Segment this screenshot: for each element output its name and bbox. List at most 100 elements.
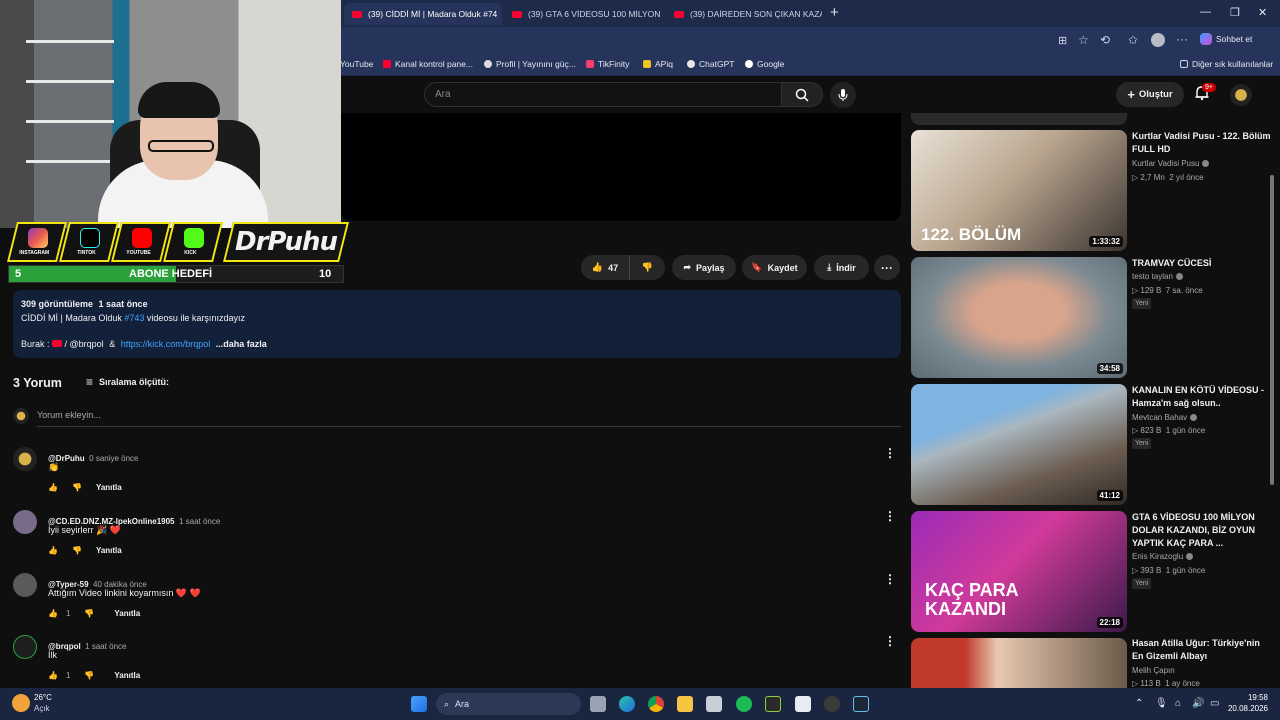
like-button[interactable]: 👍 47 — [581, 255, 629, 280]
bookmark-tikfinity[interactable]: TikFinity — [586, 59, 629, 69]
new-tab-button[interactable]: + — [830, 4, 839, 21]
minimize-icon[interactable]: — — [1200, 6, 1211, 18]
restore-icon[interactable]: ❐ — [1230, 6, 1240, 19]
comment-menu-icon[interactable]: ⋮ — [884, 509, 896, 523]
windows-start-icon[interactable] — [411, 696, 427, 712]
store-icon[interactable] — [706, 696, 722, 712]
bookmark-youtube[interactable]: YouTube — [340, 59, 373, 69]
reply-button[interactable]: Yanıtla — [96, 483, 122, 492]
comment-time[interactable]: 1 saat önce — [179, 517, 220, 526]
comment-menu-icon[interactable]: ⋮ — [884, 572, 896, 586]
video-description[interactable]: 309 görüntüleme 1 saat önce CİDDİ Mİ | M… — [13, 290, 901, 358]
spotify-icon[interactable] — [736, 696, 752, 712]
commenter-avatar[interactable] — [13, 635, 37, 659]
video-title[interactable]: Hasan Atilla Uğur: Türkiye'nin En Gizeml… — [1132, 637, 1272, 663]
volume-icon[interactable]: 🔊 — [1192, 698, 1204, 709]
battery-icon[interactable]: ▭ — [1210, 698, 1219, 709]
share-button[interactable]: ➦ Paylaş — [672, 255, 736, 280]
tab-active[interactable]: (39) CİDDİ Mİ | Madara Olduk #74 ✕ — [344, 3, 502, 25]
tab-daire[interactable]: (39) DAİREDEN SON ÇIKAN KAZA ✕ — [666, 3, 822, 25]
bookmark-profil[interactable]: Profil | Yayınını güç... — [484, 59, 576, 69]
video-title[interactable]: KANALIN EN KÖTÜ VİDEOSU - Hamza'm sağ ol… — [1132, 384, 1272, 410]
like-comment-icon[interactable]: 👍 — [48, 483, 58, 492]
taskbar-search[interactable]: ⌕ Ara — [436, 693, 581, 715]
copilot-button[interactable]: Sohbet et — [1200, 33, 1252, 45]
channel-name[interactable]: testo taylan — [1132, 272, 1183, 281]
chrome-icon[interactable] — [648, 696, 664, 712]
commenter-avatar[interactable] — [13, 447, 37, 471]
tab-gta6[interactable]: (39) GTA 6 VİDEOSU 100 MİLYON ✕ — [504, 3, 664, 25]
account-avatar[interactable] — [1230, 84, 1252, 106]
notes-icon[interactable] — [795, 696, 811, 712]
video-thumbnail[interactable] — [911, 638, 1127, 688]
other-favorites[interactable]: Diğer sık kullanılanlar — [1180, 59, 1273, 69]
dislike-comment-icon[interactable]: 👎 — [84, 671, 94, 680]
tray-expand-icon[interactable]: ⌃ — [1135, 698, 1143, 709]
extensions-icon[interactable]: ⟲ — [1100, 33, 1110, 47]
steam-icon[interactable] — [853, 696, 869, 712]
channel-handle-link[interactable]: / @brqpol — [65, 339, 104, 349]
bookmark-google[interactable]: Google — [745, 59, 784, 69]
previous-thumbnail-edge[interactable] — [911, 113, 1127, 125]
comment-time[interactable]: 1 saat önce — [85, 642, 126, 651]
commenter-avatar[interactable] — [13, 510, 37, 534]
channel-name[interactable]: Melih Çapın — [1132, 666, 1175, 675]
favorite-star-icon[interactable]: ☆ — [1078, 33, 1089, 47]
comment-menu-icon[interactable]: ⋮ — [884, 634, 896, 648]
weather-icon[interactable] — [12, 694, 30, 712]
comment-time[interactable]: 0 saniye önce — [89, 454, 138, 463]
dislike-comment-icon[interactable]: 👎 — [84, 609, 94, 618]
video-title[interactable]: TRAMVAY CÜCESİ — [1132, 257, 1272, 270]
video-thumbnail[interactable]: KAÇ PARA KAZANDI 22:18 — [911, 511, 1127, 632]
dislike-comment-icon[interactable]: 👎 — [72, 483, 82, 492]
show-more-button[interactable]: ...daha fazla — [216, 339, 267, 349]
dislike-comment-icon[interactable]: 👎 — [72, 546, 82, 555]
video-thumbnail[interactable]: 122. BÖLÜM 1:33:32 — [911, 130, 1127, 251]
channel-name[interactable]: Mevtcan Bahav — [1132, 413, 1198, 422]
file-explorer-icon[interactable] — [677, 696, 693, 712]
bookmark-apiq[interactable]: APiq — [643, 59, 673, 69]
sort-button[interactable]: ≡ Sıralama ölçütü: — [86, 375, 169, 389]
clock-date[interactable]: 20.08.2026 — [1222, 704, 1268, 713]
microphone-icon[interactable]: 🎙 — [1155, 698, 1168, 709]
video-player[interactable] — [341, 113, 901, 221]
kick-link[interactable]: https://kick.com/brqpol — [121, 339, 211, 349]
profile-avatar[interactable] — [1151, 33, 1165, 47]
search-input[interactable]: Ara — [424, 82, 782, 107]
like-comment-icon[interactable]: 👍 — [48, 546, 58, 555]
streamlabs-icon[interactable] — [765, 696, 781, 712]
download-button[interactable]: ⤓ İndir — [814, 255, 869, 280]
video-title[interactable]: GTA 6 VİDEOSU 100 MİLYON DOLAR KAZANDI, … — [1132, 511, 1272, 550]
bookmark-kanal[interactable]: Kanal kontrol pane... — [383, 59, 473, 69]
search-button[interactable] — [781, 82, 823, 107]
save-button[interactable]: 🔖 Kaydet — [742, 255, 807, 280]
clock-time[interactable]: 19:58 — [1230, 693, 1268, 702]
comment-menu-icon[interactable]: ⋮ — [884, 446, 896, 460]
obs-icon[interactable] — [824, 696, 840, 712]
network-icon[interactable]: ⌂ — [1175, 698, 1181, 709]
reply-button[interactable]: Yanıtla — [114, 609, 140, 618]
create-button[interactable]: + Oluştur — [1116, 82, 1184, 107]
video-thumbnail[interactable]: 34:58 — [911, 257, 1127, 378]
page-scrollbar[interactable] — [1270, 175, 1274, 485]
channel-name[interactable]: Enis Kirazoglu — [1132, 552, 1194, 561]
weather-temp[interactable]: 26°C — [34, 693, 52, 702]
reply-button[interactable]: Yanıtla — [114, 671, 140, 680]
like-comment-icon[interactable]: 👍 — [48, 609, 58, 618]
commenter-avatar[interactable] — [13, 573, 37, 597]
apps-icon[interactable]: ⊞ — [1058, 34, 1067, 47]
hashtag-link[interactable]: #743 — [124, 313, 144, 323]
reply-button[interactable]: Yanıtla — [96, 546, 122, 555]
edge-icon[interactable] — [619, 696, 635, 712]
add-comment-input[interactable]: Yorum ekleyin... — [37, 410, 901, 427]
like-comment-icon[interactable]: 👍 — [48, 671, 58, 680]
dislike-button[interactable]: 👎 — [629, 255, 665, 280]
close-window-icon[interactable]: ✕ — [1258, 6, 1267, 19]
channel-name[interactable]: Kurtlar Vadisi Pusu — [1132, 159, 1210, 168]
video-title[interactable]: Kurtlar Vadisi Pusu - 122. Bölüm FULL HD — [1132, 130, 1272, 156]
more-menu-icon[interactable]: ··· — [1176, 32, 1188, 46]
video-thumbnail[interactable]: 41:12 — [911, 384, 1127, 505]
favorites-icon[interactable]: ✩ — [1128, 33, 1138, 47]
voice-search-button[interactable] — [830, 82, 856, 108]
bookmark-chatgpt[interactable]: ChatGPT — [687, 59, 734, 69]
